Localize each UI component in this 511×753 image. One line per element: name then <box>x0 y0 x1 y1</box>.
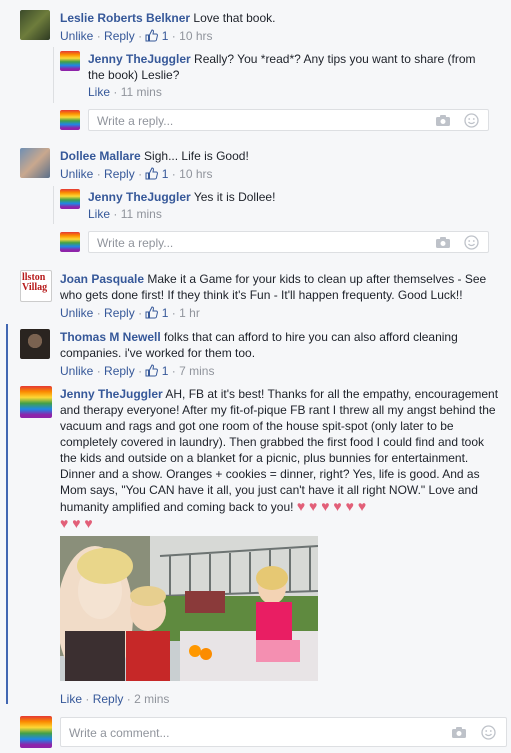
unlike-link[interactable]: Unlike <box>60 167 93 181</box>
reply-box[interactable] <box>88 231 489 253</box>
comment-author[interactable]: Leslie Roberts Belkner <box>60 11 190 25</box>
timestamp[interactable]: 2 mins <box>134 692 169 706</box>
reply-box[interactable] <box>88 109 489 131</box>
reply-link[interactable]: Reply <box>104 29 135 43</box>
comment-actions: Unlike · Reply · 1 · 1 hr <box>60 306 200 320</box>
avatar[interactable] <box>20 10 50 40</box>
comment-box[interactable] <box>60 717 507 747</box>
emoji-icon[interactable] <box>464 235 479 250</box>
like-link[interactable]: Like <box>88 85 110 99</box>
like-link[interactable]: Like <box>60 692 82 706</box>
emoji-icon[interactable] <box>464 113 479 128</box>
comment-input[interactable] <box>67 725 371 741</box>
avatar <box>20 716 52 748</box>
unlike-link[interactable]: Unlike <box>60 306 93 320</box>
like-count[interactable]: 1 <box>162 364 169 378</box>
comment-author[interactable]: Thomas M Newell <box>60 330 161 344</box>
emoji-icon[interactable] <box>481 725 496 740</box>
heart-icon: ♥ <box>296 498 306 514</box>
photo-illustration <box>60 536 318 681</box>
avatar[interactable] <box>20 148 50 178</box>
heart-icon: ♥ <box>68 515 81 531</box>
reply-link[interactable]: Reply <box>104 364 135 378</box>
camera-icon[interactable] <box>435 236 451 249</box>
comment-actions: Unlike · Reply · 1 · 10 hrs <box>60 167 213 181</box>
heart-icon: ♥ <box>353 498 367 514</box>
thread-line <box>53 47 54 103</box>
like-count[interactable]: 1 <box>162 29 169 43</box>
reply-link[interactable]: Reply <box>93 692 124 706</box>
comment-actions: Unlike · Reply · 1 · 7 mins <box>60 364 215 378</box>
reply-actions: Like · 11 mins <box>88 207 162 221</box>
reply-actions: Like · 11 mins <box>88 85 162 99</box>
like-link[interactable]: Like <box>88 207 110 221</box>
heart-icon: ♥ <box>341 498 354 514</box>
comment-text: Love that book. <box>193 11 276 25</box>
timestamp[interactable]: 11 mins <box>121 207 162 221</box>
timestamp[interactable]: 10 hrs <box>179 167 212 181</box>
reply-author[interactable]: Jenny TheJuggler <box>88 190 191 204</box>
heart-icon: ♥ <box>329 498 342 514</box>
reply-author[interactable]: Jenny TheJuggler <box>88 52 191 66</box>
timestamp[interactable]: 7 mins <box>179 364 214 378</box>
camera-icon[interactable] <box>451 726 467 739</box>
avatar <box>60 232 80 252</box>
comment-author[interactable]: Dollee Mallare <box>60 149 141 163</box>
avatar[interactable] <box>60 51 80 71</box>
comment-text: AH, FB at it's best! Thanks for all the … <box>60 387 499 514</box>
timestamp[interactable]: 1 hr <box>179 306 200 320</box>
like-count[interactable]: 1 <box>162 306 169 320</box>
thread-line <box>53 186 54 224</box>
avatar <box>60 110 80 130</box>
comment-author[interactable]: Joan Pasquale <box>60 272 144 286</box>
comment-actions: Unlike · Reply · 1 · 10 hrs <box>60 29 213 43</box>
avatar[interactable] <box>20 329 50 359</box>
heart-icon: ♥ <box>305 498 318 514</box>
new-comments-indicator <box>6 324 8 704</box>
comment-author[interactable]: Jenny TheJuggler <box>60 387 163 401</box>
reply-link[interactable]: Reply <box>104 167 135 181</box>
unlike-link[interactable]: Unlike <box>60 29 93 43</box>
comment-text: Sigh... Life is Good! <box>144 149 249 163</box>
avatar[interactable] <box>20 386 52 418</box>
timestamp[interactable]: 10 hrs <box>179 29 212 43</box>
reply-input[interactable] <box>95 113 399 129</box>
avatar[interactable] <box>60 189 80 209</box>
reply-text: Yes it is Dollee! <box>193 190 276 204</box>
like-thumb-icon[interactable] <box>145 167 159 180</box>
like-thumb-icon[interactable] <box>145 306 159 319</box>
timestamp[interactable]: 11 mins <box>121 85 162 99</box>
unlike-link[interactable]: Unlike <box>60 364 93 378</box>
comment-actions: Like · Reply · 2 mins <box>60 692 170 706</box>
attached-photo[interactable] <box>60 536 318 681</box>
like-count[interactable]: 1 <box>162 167 169 181</box>
heart-icon: ♥ <box>80 515 93 531</box>
camera-icon[interactable] <box>435 114 451 127</box>
reply-input[interactable] <box>95 235 399 251</box>
like-thumb-icon[interactable] <box>145 29 159 42</box>
reply-link[interactable]: Reply <box>104 306 135 320</box>
like-thumb-icon[interactable] <box>145 364 159 377</box>
heart-icon: ♥ <box>317 498 330 514</box>
avatar[interactable]: llston Villag <box>20 270 52 302</box>
